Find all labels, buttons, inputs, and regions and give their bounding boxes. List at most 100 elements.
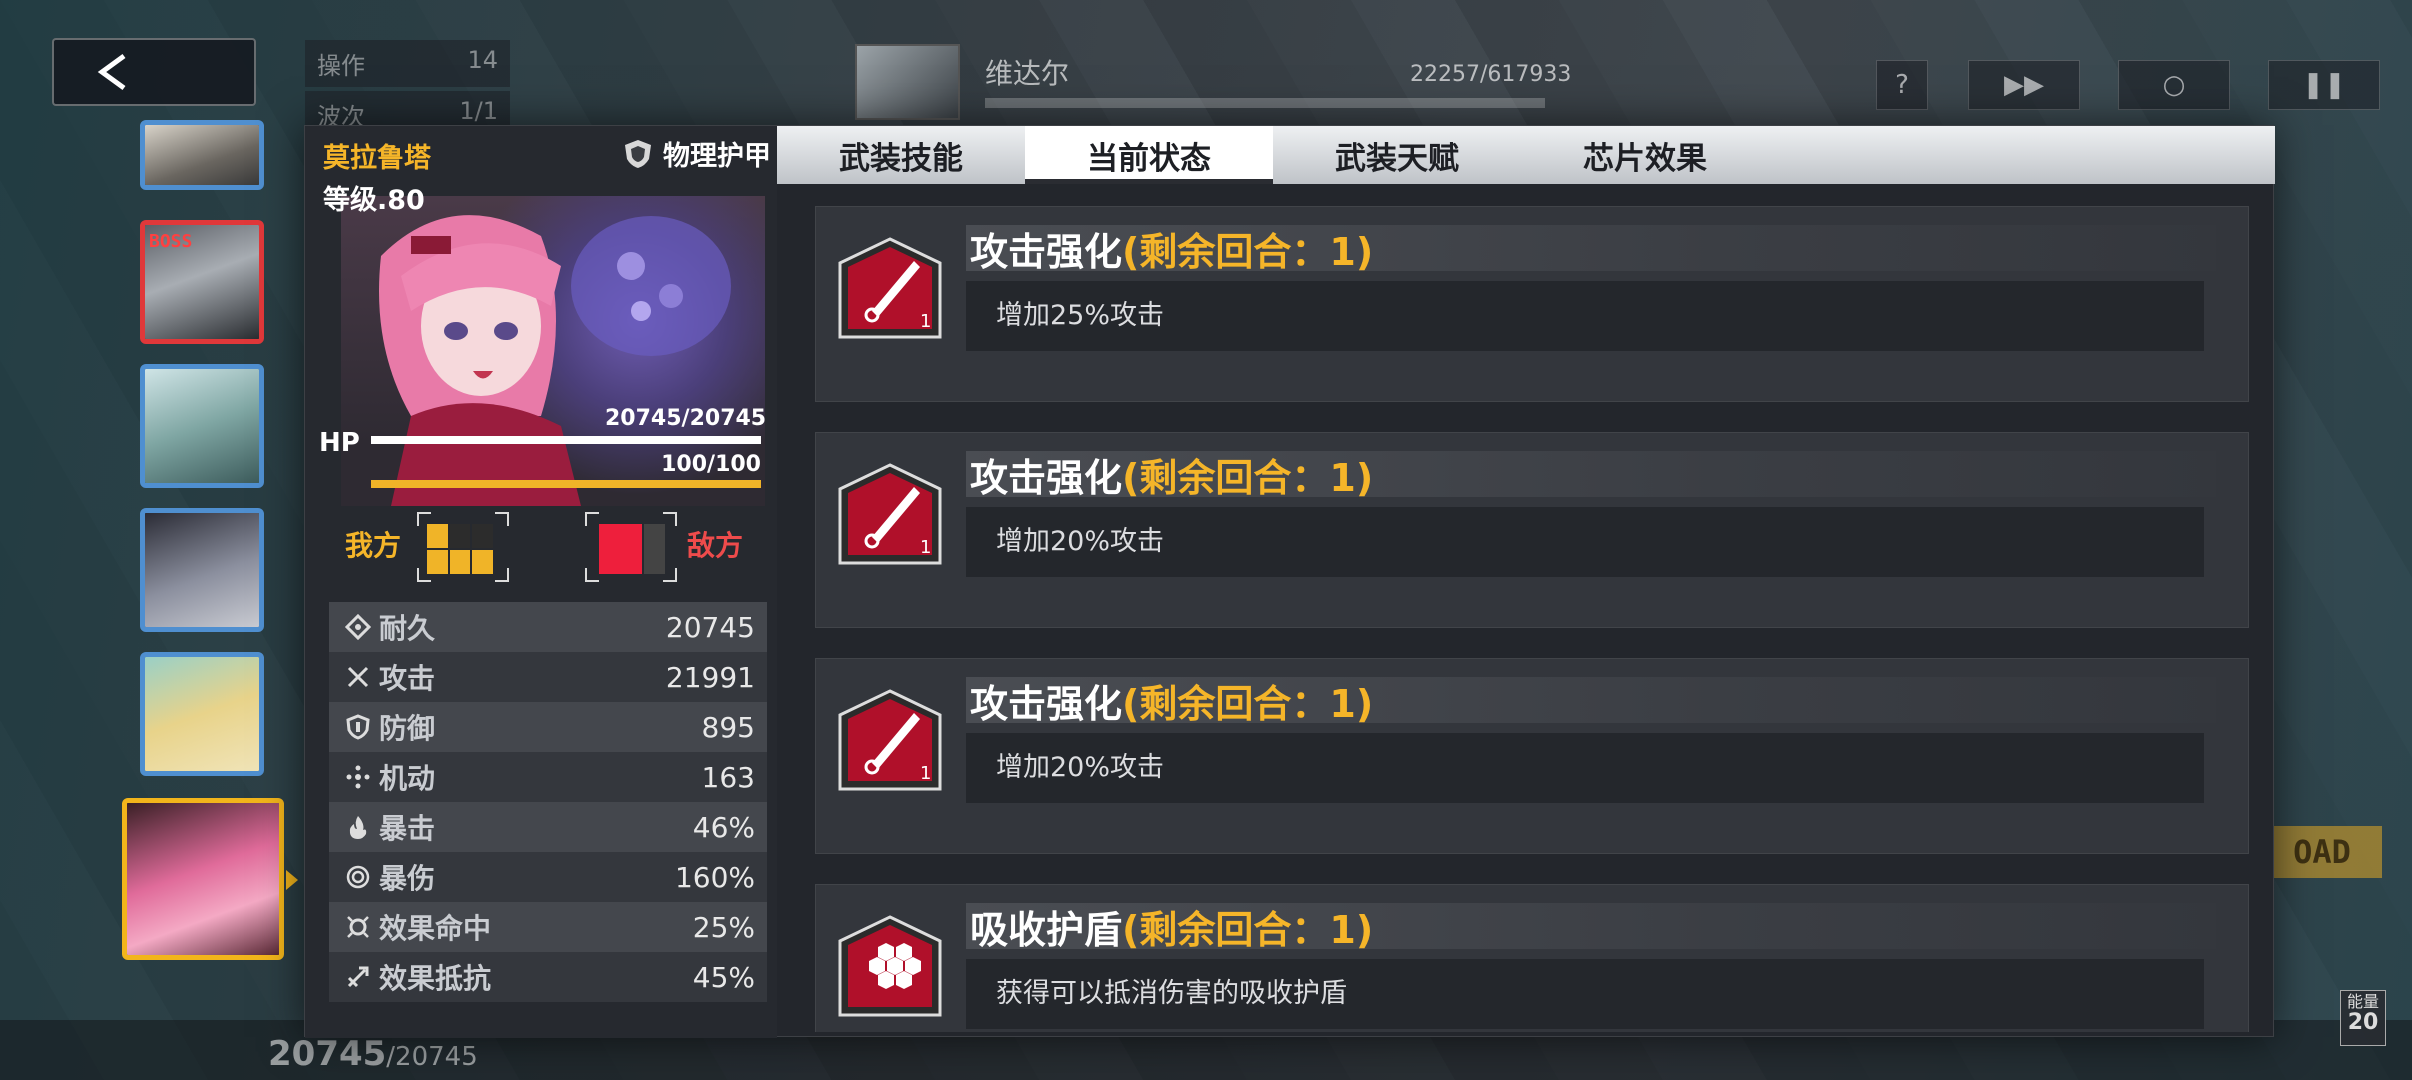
boss-label: BOSS <box>149 231 193 252</box>
roster-card-3[interactable] <box>140 364 264 488</box>
status-effect-card: 吸收护盾 (剩余回合：1) 获得可以抵消伤害的吸收护盾 <box>815 884 2249 1032</box>
effect-remaining: (剩余回合：1) <box>1122 907 1374 952</box>
effect-description: 增加20%攻击 <box>966 507 2204 577</box>
hp-label: HP <box>319 428 360 458</box>
fast-forward-icon: ▶▶ <box>2004 70 2044 100</box>
effect-remaining: (剩余回合：1) <box>1122 229 1374 274</box>
back-arrow-icon <box>97 53 126 91</box>
tab-chip-effects[interactable]: 芯片效果 <box>1521 126 1769 184</box>
effect-title: 吸收护盾 (剩余回合：1) <box>966 903 2216 952</box>
energy-label: 能量 <box>2346 992 2379 1011</box>
stat-row-defense: 防御 895 <box>329 702 767 752</box>
pause-icon: ❚❚ <box>2302 70 2346 100</box>
stat-row-crit: 暴击 46% <box>329 802 767 852</box>
boss-name: 维达尔 <box>985 57 1070 90</box>
stat-value: 25% <box>692 910 755 944</box>
tab-weapon-skills[interactable]: 武装技能 <box>777 126 1025 184</box>
effect-hit-icon <box>343 912 373 942</box>
defense-icon <box>343 712 373 742</box>
effect-resist-icon <box>343 962 373 992</box>
shield-icon <box>625 139 651 168</box>
bottom-hp-max: /20745 <box>386 1042 478 1072</box>
stat-value: 20745 <box>665 610 755 644</box>
roster-portrait <box>145 657 259 771</box>
boss-hp-track <box>985 98 1545 108</box>
bottom-hp-current: 20745 <box>268 1034 387 1074</box>
status-effect-card: 1 攻击强化 (剩余回合：1) 增加20%攻击 <box>815 658 2249 854</box>
roster-card-4[interactable] <box>140 508 264 632</box>
effect-stack-count: 1 <box>920 537 931 558</box>
boss-thumbnail <box>855 44 960 120</box>
stat-label: 攻击 <box>379 662 436 695</box>
status-effect-card: 1 攻击强化 (剩余回合：1) 增加25%攻击 <box>815 206 2249 402</box>
speed-button[interactable]: ▶▶ <box>1968 60 2080 110</box>
stat-label: 暴伤 <box>379 862 436 895</box>
auto-button[interactable]: ○ <box>2118 60 2230 110</box>
stat-label: 防御 <box>379 712 436 745</box>
roster-card-5[interactable] <box>140 652 264 776</box>
stat-value: 21991 <box>665 660 755 694</box>
stat-row-durability: 耐久 20745 <box>329 602 767 652</box>
help-icon: ? <box>1895 70 1909 100</box>
boss-hp-bar: 维达尔 22257/617933 <box>855 44 1571 120</box>
stat-label: 效果抵抗 <box>379 962 492 995</box>
stat-row-attack: 攻击 21991 <box>329 652 767 702</box>
character-level: 等级.80 <box>323 185 425 216</box>
effect-name: 攻击强化 <box>970 229 1123 274</box>
energy-value: 20 <box>2347 1009 2379 1035</box>
roster-portrait <box>145 125 259 185</box>
stat-row-crit-damage: 暴伤 160% <box>329 852 767 902</box>
roster-card-1[interactable] <box>140 120 264 190</box>
enemy-formation <box>583 510 679 584</box>
bottom-hp-readout: 20745/20745 <box>268 1034 478 1074</box>
stat-row-mobility: 机动 163 <box>329 752 767 802</box>
stat-row-effect-hit: 效果命中 25% <box>329 902 767 952</box>
boss-hp-text: 22257/617933 <box>1410 62 1572 87</box>
stat-value: 163 <box>701 760 755 794</box>
character-info-panel: 莫拉鲁塔 等级.80 物理护甲 HP 20745/20745 100/100 我… <box>305 126 777 1038</box>
stat-row-effect-resist: 效果抵抗 45% <box>329 952 767 1002</box>
circle-icon: ○ <box>2162 70 2186 100</box>
help-button[interactable]: ? <box>1876 60 1928 110</box>
attack-boost-icon: 1 <box>838 237 942 339</box>
detail-tabs: 武装技能 当前状态 武装天赋 芯片效果 <box>777 126 2275 184</box>
effect-title: 攻击强化 (剩余回合：1) <box>966 451 2216 500</box>
stat-label: 耐久 <box>379 612 436 645</box>
effect-description: 增加20%攻击 <box>966 733 2204 803</box>
op-value: 14 <box>467 46 498 74</box>
effect-remaining: (剩余回合：1) <box>1122 681 1374 726</box>
effect-title: 攻击强化 (剩余回合：1) <box>966 225 2216 274</box>
tab-weapon-talents[interactable]: 武装天赋 <box>1273 126 1521 184</box>
hp-value: 20745/20745 <box>605 406 767 431</box>
tab-current-status[interactable]: 当前状态 <box>1025 126 1273 184</box>
energy-value: 100/100 <box>661 452 761 477</box>
effect-title: 攻击强化 (剩余回合：1) <box>966 677 2216 726</box>
status-effect-card: 1 攻击强化 (剩余回合：1) 增加20%攻击 <box>815 432 2249 628</box>
op-label: 操作 <box>317 52 365 80</box>
effect-description: 增加25%攻击 <box>966 281 2204 351</box>
shield-hex-icon <box>838 915 942 1017</box>
mobility-icon <box>343 762 373 792</box>
stat-value: 160% <box>674 860 755 894</box>
stat-label: 效果命中 <box>379 912 492 945</box>
roster-portrait <box>145 513 259 627</box>
enemy-label: 敌方 <box>687 529 744 562</box>
armor-type: 物理护甲 <box>621 134 771 173</box>
effect-name: 吸收护盾 <box>970 907 1123 952</box>
auto-badge[interactable]: OAD <box>2262 826 2382 878</box>
hp-bar <box>371 436 761 444</box>
roster-card-boss[interactable]: BOSS <box>140 220 264 344</box>
armor-type-label: 物理护甲 <box>663 141 771 172</box>
stat-label: 暴击 <box>379 812 436 845</box>
pause-button[interactable]: ❚❚ <box>2268 60 2380 110</box>
effect-stack-count: 1 <box>920 311 931 332</box>
back-button[interactable] <box>52 38 256 106</box>
ally-label: 我方 <box>345 529 402 562</box>
attack-boost-icon: 1 <box>838 689 942 791</box>
stat-value: 45% <box>692 960 755 994</box>
roster-card-selected[interactable] <box>122 798 284 960</box>
effect-description: 获得可以抵消伤害的吸收护盾 <box>966 959 2204 1029</box>
character-name: 莫拉鲁塔 <box>323 143 431 174</box>
status-effects-list[interactable]: 1 攻击强化 (剩余回合：1) 增加25%攻击 1 攻击强化 (剩余回合：1) 增加… <box>815 206 2249 1032</box>
stat-label: 机动 <box>379 762 436 795</box>
